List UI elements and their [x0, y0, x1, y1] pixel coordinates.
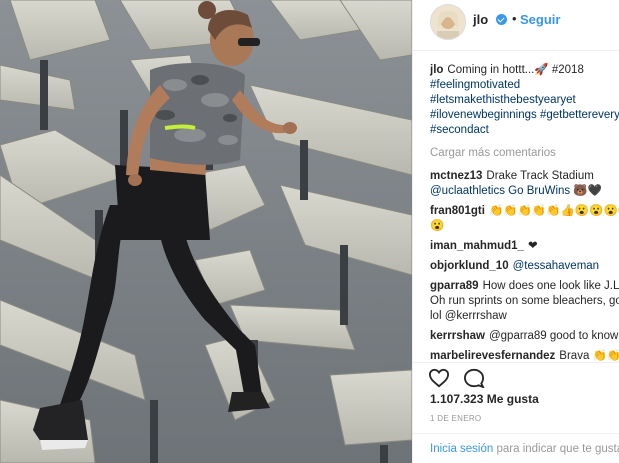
comment: gparra89How does one look like J.LO? Oh … [430, 279, 619, 324]
post-actions [413, 362, 619, 391]
comment-username[interactable]: iman_mahmud1_ [430, 240, 524, 252]
post-side-panel: jlo • Seguir jlo Coming in hottt...🚀 #201… [412, 0, 619, 463]
verified-badge-icon [496, 14, 507, 25]
post-date: 1 DE ENERO [430, 414, 482, 423]
caption-username[interactable]: jlo [430, 64, 443, 76]
post-photo[interactable] [0, 0, 412, 463]
comment-text: 👏👏👏👏👏👍😮😮😮😮 [488, 205, 619, 217]
comment-text: Brava 👏👏 [559, 350, 619, 362]
comment-username[interactable]: marbelirevesfernandez [430, 350, 555, 362]
caption-hashtags[interactable]: #secondact [430, 123, 619, 138]
likes-count[interactable]: 1.107.323 Me gusta [430, 392, 539, 406]
login-link[interactable]: Inicia sesión [430, 443, 493, 455]
header-username[interactable]: jlo [473, 12, 488, 27]
comment-mention[interactable]: @tessahaveman [513, 260, 599, 272]
comment-username[interactable]: fran801gti [430, 205, 485, 217]
caption-hashtags[interactable]: #ilovenewbeginnings #getbetterevery [430, 108, 619, 123]
login-prompt-text: para indicar que te gusta [496, 443, 619, 455]
load-more-comments-link[interactable]: Cargar más comentarios [430, 146, 619, 161]
comment: fran801gti 👏👏👏👏👏👍😮😮😮😮 😮 [430, 204, 619, 234]
comment-username[interactable]: kerrrshaw [430, 330, 485, 342]
comments-list: jlo Coming in hottt...🚀 #2018 #feelingmot… [430, 63, 619, 369]
header-separator: • [512, 11, 517, 26]
likes-number: 1.107.323 [430, 392, 484, 406]
comment: iman_mahmud1_ ❤ [430, 239, 619, 254]
comment-text: 😮 [430, 220, 445, 232]
likes-label: Me gusta [486, 392, 539, 406]
post-header: jlo • Seguir [413, 0, 619, 51]
comment-text[interactable]: @uclaathletics Go BruWins 🐻🖤 [430, 184, 619, 199]
comment-text: How does one look like J.LO? [482, 280, 619, 292]
caption-line: Coming in hottt...🚀 #2018 [447, 64, 584, 76]
comment: objorklund_10 @tessahaveman [430, 259, 619, 274]
login-prompt: Inicia sesión para indicar que te gusta [413, 433, 619, 463]
comment: mctnez13 Drake Track Stadium @uclaathleti… [430, 169, 619, 199]
comment-text: @gparra89 good to know! [488, 330, 619, 342]
comment-text: Drake Track Stadium [486, 170, 594, 182]
comment-bubble-icon[interactable] [463, 368, 485, 389]
caption: jlo Coming in hottt...🚀 #2018 #feelingmot… [430, 63, 619, 138]
caption-hashtags[interactable]: #feelingmotivated [430, 78, 619, 93]
bleachers-runner-image [0, 0, 412, 463]
comment: kerrrshaw @gparra89 good to know! [430, 329, 619, 344]
heart-icon[interactable] [428, 368, 450, 388]
comment-username[interactable]: mctnez13 [430, 170, 482, 182]
comment-text: lol @kerrrshaw [430, 310, 507, 322]
caption-hashtags[interactable]: #letsmakethisthebestyearyet [430, 93, 619, 108]
follow-button[interactable]: Seguir [520, 12, 560, 27]
comment-text: ❤ [527, 240, 538, 252]
comment-username[interactable]: objorklund_10 [430, 260, 509, 272]
comment-text: Oh run sprints on some bleachers, go [430, 295, 619, 307]
comment-username[interactable]: gparra89 [430, 280, 479, 292]
avatar[interactable] [430, 4, 466, 40]
